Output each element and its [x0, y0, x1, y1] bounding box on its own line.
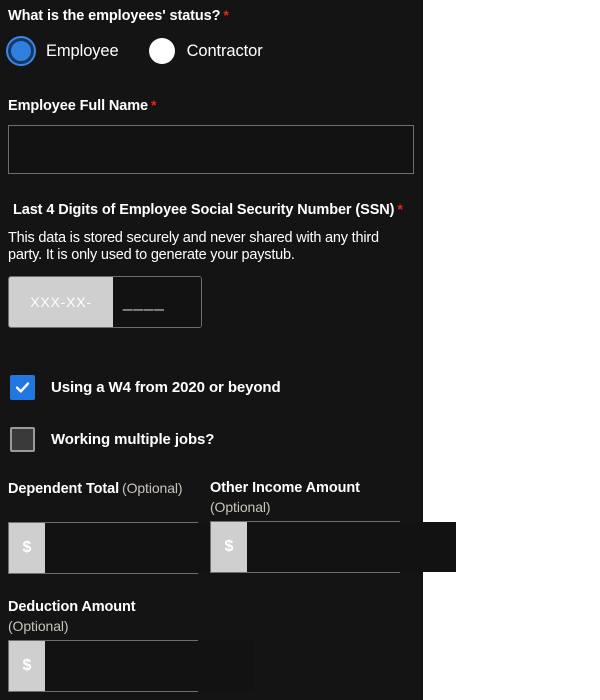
page-root: What is the employees' status? * Employee…: [0, 0, 600, 700]
ssn-prefix-label: XXX-XX-: [9, 277, 113, 327]
other-income-field: Other Income Amount (Optional) $: [210, 479, 456, 573]
w4-checkbox-row[interactable]: Using a W4 from 2020 or beyond: [10, 375, 281, 400]
check-icon: [15, 382, 30, 393]
deduction-amount-optional-text: (Optional): [8, 618, 69, 634]
ssn-last4-input[interactable]: ____: [113, 277, 201, 327]
dollar-sign-icon: $: [9, 641, 45, 691]
radio-option-contractor[interactable]: Contractor: [148, 38, 263, 64]
dependent-total-label: Dependent Total (Optional): [8, 479, 198, 499]
dependent-total-label-text: Dependent Total: [8, 481, 120, 497]
other-income-label-text: Other Income Amount: [210, 480, 360, 496]
radio-option-contractor-label: Contractor: [186, 41, 263, 60]
employee-full-name-field: Employee Full Name *: [8, 96, 414, 174]
w4-checkbox[interactable]: [10, 375, 35, 400]
ssn-help-text: This data is stored securely and never s…: [8, 230, 379, 263]
other-income-optional-text: (Optional): [210, 499, 271, 515]
radio-option-employee[interactable]: Employee: [8, 38, 119, 64]
employee-status-label-text: What is the employees' status?: [8, 8, 221, 24]
radio-employee-icon[interactable]: [8, 38, 34, 64]
dollar-sign-icon: $: [211, 522, 247, 572]
ssn-input-group[interactable]: XXX-XX- ____: [8, 276, 202, 328]
deduction-amount-input-group[interactable]: $: [8, 640, 254, 692]
radio-option-employee-label: Employee: [46, 41, 119, 60]
multiple-jobs-checkbox-row[interactable]: Working multiple jobs?: [10, 427, 214, 452]
w4-checkbox-label: Using a W4 from 2020 or beyond: [51, 379, 281, 396]
employee-full-name-label-text: Employee Full Name: [8, 98, 149, 114]
multiple-jobs-checkbox[interactable]: [10, 427, 35, 452]
ssn-label: Last 4 Digits of Employee Social Securit…: [8, 200, 414, 220]
deduction-amount-input[interactable]: [45, 641, 254, 691]
deduction-amount-label: Deduction Amount (Optional): [8, 598, 198, 636]
radio-contractor-icon[interactable]: [148, 38, 175, 64]
paystub-form-panel: What is the employees' status? * Employee…: [0, 0, 456, 700]
employee-status-label: What is the employees' status? *: [8, 6, 263, 26]
multiple-jobs-checkbox-label: Working multiple jobs?: [51, 431, 215, 448]
ssn-label-text: Last 4 Digits of Employee Social Securit…: [13, 202, 395, 218]
employee-status-radio-group: Employee Contractor: [8, 38, 263, 64]
required-asterisk: *: [151, 97, 157, 113]
employee-status-field: What is the employees' status? * Employee…: [8, 6, 263, 64]
employee-full-name-label: Employee Full Name *: [8, 96, 414, 116]
dollar-sign-icon: $: [9, 523, 45, 573]
employee-full-name-input[interactable]: [8, 125, 414, 174]
dependent-total-optional-text: (Optional): [122, 480, 183, 496]
dependent-total-input-group[interactable]: $: [8, 522, 254, 574]
required-asterisk: *: [223, 7, 229, 23]
other-income-input-group[interactable]: $: [210, 521, 456, 573]
ssn-field: Last 4 Digits of Employee Social Securit…: [8, 200, 414, 328]
dependent-total-field: Dependent Total (Optional) $: [8, 479, 254, 574]
other-income-input[interactable]: [247, 522, 456, 572]
other-income-label: Other Income Amount (Optional): [210, 479, 400, 517]
required-asterisk: *: [397, 201, 403, 217]
deduction-amount-field: Deduction Amount (Optional) $: [8, 598, 254, 692]
deduction-amount-label-text: Deduction Amount: [8, 599, 136, 615]
